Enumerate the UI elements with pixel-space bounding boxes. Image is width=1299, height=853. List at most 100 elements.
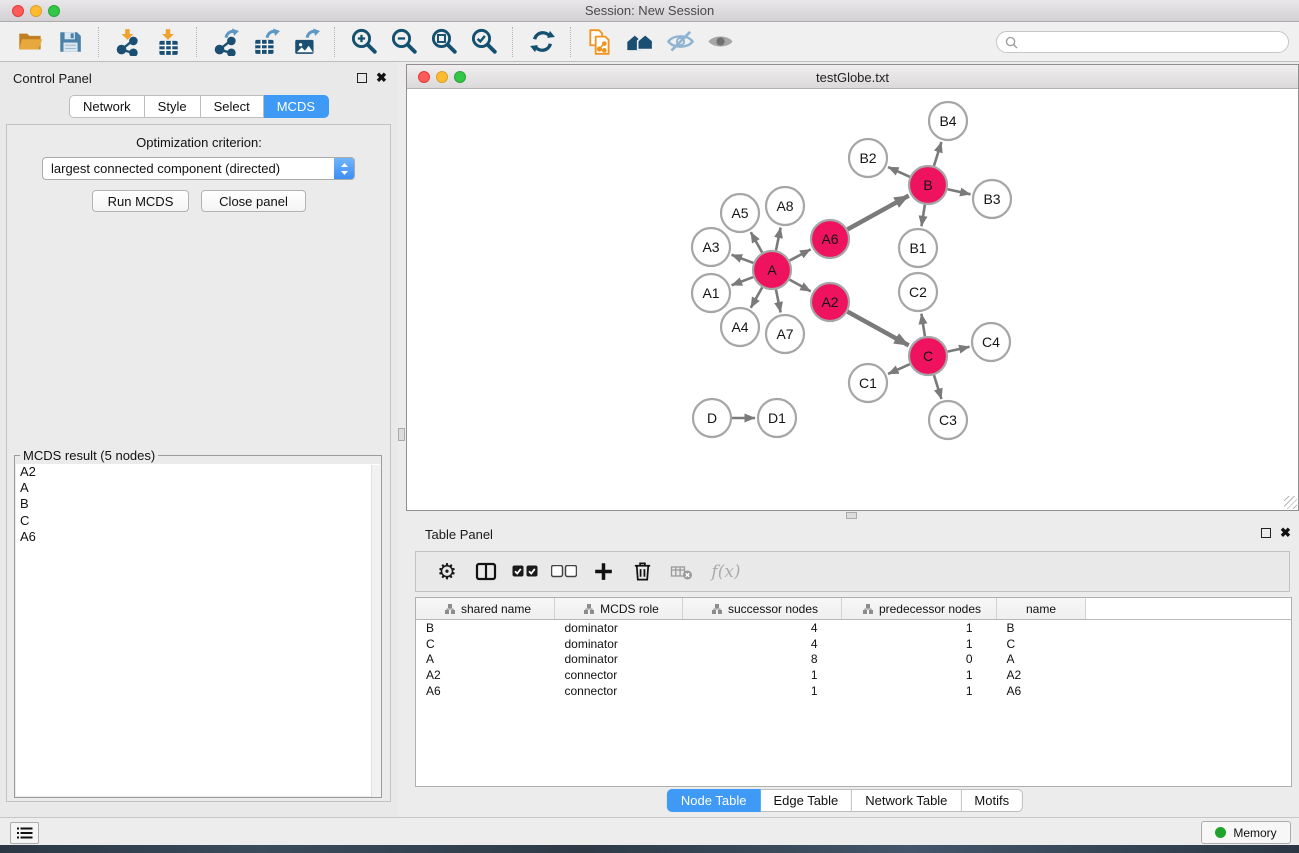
table-cell[interactable]: A6 [997, 683, 1086, 699]
table-cell[interactable]: A2 [416, 667, 555, 683]
table-float-panel-icon[interactable] [1261, 528, 1271, 538]
table-cell[interactable]: A2 [997, 667, 1086, 683]
table-cell[interactable]: A [416, 652, 555, 668]
table-cell[interactable]: 1 [683, 683, 842, 699]
table-cell[interactable]: 0 [842, 652, 997, 668]
table-cell[interactable]: dominator [555, 636, 683, 652]
tab-motifs[interactable]: Motifs [961, 789, 1023, 812]
node-B4[interactable]: B4 [929, 102, 967, 140]
window-resize-grip[interactable] [1284, 496, 1297, 509]
edge-B-B4[interactable] [934, 142, 941, 166]
tab-mcds[interactable]: MCDS [264, 95, 329, 118]
table-row[interactable]: A2connector11A2 [416, 667, 1292, 683]
table-cell[interactable]: C [997, 636, 1086, 652]
edge-A-A2[interactable] [790, 280, 811, 292]
column-header-predecessor-nodes[interactable]: predecessor nodes [842, 598, 997, 620]
zoom-in-button[interactable] [347, 26, 381, 58]
node-C[interactable]: C [909, 337, 947, 375]
node-A2[interactable]: A2 [811, 283, 849, 321]
mcds-result-item[interactable]: C [16, 513, 380, 529]
column-header-name[interactable]: name [997, 598, 1086, 620]
close-panel-icon[interactable]: ✖ [376, 72, 387, 84]
edge-B-B1[interactable] [921, 205, 924, 227]
memory-button[interactable]: Memory [1201, 821, 1291, 844]
mcds-result-item[interactable]: A2 [16, 464, 380, 480]
node-A7[interactable]: A7 [766, 315, 804, 353]
node-C3[interactable]: C3 [929, 401, 967, 439]
node-D1[interactable]: D1 [758, 399, 796, 437]
show-panels-button[interactable] [10, 822, 39, 844]
edge-A-A7[interactable] [776, 290, 781, 313]
edge-A-A6[interactable] [790, 249, 811, 260]
tab-node-table[interactable]: Node Table [667, 789, 761, 812]
edge-C-C1[interactable] [888, 364, 910, 374]
node-B3[interactable]: B3 [973, 180, 1011, 218]
table-cell[interactable]: 4 [683, 620, 842, 636]
node-B1[interactable]: B1 [899, 229, 937, 267]
export-network-button[interactable] [209, 26, 243, 58]
run-mcds-button[interactable]: Run MCDS [92, 190, 189, 212]
node-table-header[interactable]: shared nameMCDS rolesuccessor nodesprede… [416, 598, 1292, 620]
import-table-button[interactable] [151, 26, 185, 58]
column-header-mcds-role[interactable]: MCDS role [555, 598, 683, 620]
vertical-splitter[interactable] [398, 62, 406, 817]
new-network-from-selection-button[interactable] [583, 26, 617, 58]
table-row[interactable]: Adominator80A [416, 652, 1292, 668]
node-C1[interactable]: C1 [849, 364, 887, 402]
edge-C-C3[interactable] [934, 375, 941, 399]
table-options-button[interactable]: ⚙ [432, 557, 462, 587]
close-panel-button[interactable]: Close panel [201, 190, 306, 212]
table-cell[interactable]: B [997, 620, 1086, 636]
tab-network-table[interactable]: Network Table [852, 789, 961, 812]
node-C2[interactable]: C2 [899, 273, 937, 311]
table-cell[interactable]: A [997, 652, 1086, 668]
node-A1[interactable]: A1 [692, 274, 730, 312]
zoom-selected-button[interactable] [467, 26, 501, 58]
table-cell[interactable]: C [416, 636, 555, 652]
table-cell[interactable]: dominator [555, 652, 683, 668]
node-D[interactable]: D [693, 399, 731, 437]
edge-A-A5[interactable] [751, 232, 762, 252]
edge-A6-B[interactable] [848, 196, 909, 230]
export-table-button[interactable] [249, 26, 283, 58]
edge-A2-C[interactable] [848, 312, 909, 346]
table-cell[interactable]: connector [555, 683, 683, 699]
vertical-splitter-handle[interactable] [398, 428, 405, 441]
column-header-shared-name[interactable]: shared name [416, 598, 555, 620]
import-network-button[interactable] [111, 26, 145, 58]
network-canvas[interactable]: B4B2BB3A5A8A6B1A3AA1C2A2A4A7C4CC1C3DD1 [407, 89, 1298, 510]
mcds-result-item[interactable]: A [16, 480, 380, 496]
edge-C-C2[interactable] [921, 314, 925, 337]
hide-selected-button[interactable] [663, 26, 697, 58]
first-neighbors-button[interactable] [623, 26, 657, 58]
float-panel-icon[interactable] [357, 73, 367, 83]
table-cell[interactable]: A6 [416, 683, 555, 699]
apply-layout-button[interactable] [525, 26, 559, 58]
delete-column-button[interactable] [627, 557, 657, 587]
table-row[interactable]: Cdominator41C [416, 636, 1292, 652]
table-cell[interactable]: 1 [842, 620, 997, 636]
node-A4[interactable]: A4 [721, 308, 759, 346]
node-A[interactable]: A [753, 251, 791, 289]
edge-B-B3[interactable] [948, 189, 971, 194]
table-cell[interactable]: 4 [683, 636, 842, 652]
edge-C-C4[interactable] [948, 347, 970, 352]
table-cell[interactable]: dominator [555, 620, 683, 636]
node-B[interactable]: B [909, 166, 947, 204]
table-close-panel-icon[interactable]: ✖ [1280, 527, 1291, 539]
tab-network[interactable]: Network [69, 95, 145, 118]
edge-B-B2[interactable] [888, 167, 910, 177]
node-A8[interactable]: A8 [766, 187, 804, 225]
table-cell[interactable]: B [416, 620, 555, 636]
mcds-result-item[interactable]: A6 [16, 529, 380, 545]
mcds-result-scrollbar[interactable] [371, 465, 381, 797]
node-A6[interactable]: A6 [811, 220, 849, 258]
select-all-columns-button[interactable] [510, 557, 540, 587]
criterion-dropdown[interactable]: largest connected component (directed) [42, 157, 355, 180]
node-C4[interactable]: C4 [972, 323, 1010, 361]
column-header-successor-nodes[interactable]: successor nodes [683, 598, 842, 620]
zoom-out-button[interactable] [387, 26, 421, 58]
edge-A-A4[interactable] [751, 287, 762, 307]
tab-select[interactable]: Select [201, 95, 264, 118]
edge-A-A8[interactable] [776, 228, 781, 251]
